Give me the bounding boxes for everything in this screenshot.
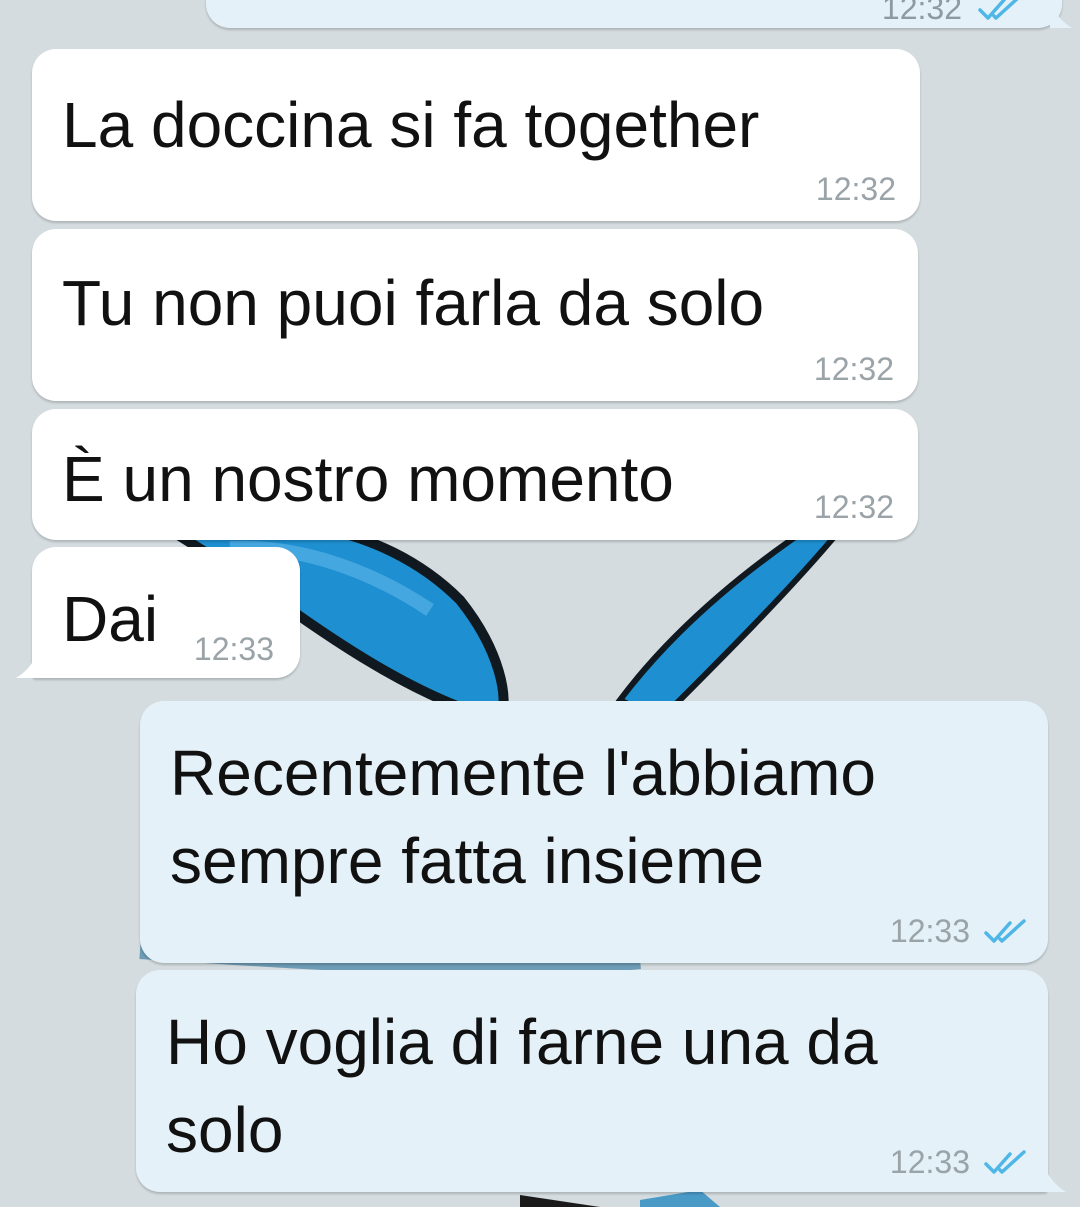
message-text: Dai — [62, 583, 159, 655]
message-bubble-outgoing[interactable]: Recentemente l'abbiamo sempre fatta insi… — [140, 701, 1048, 963]
message-bubble-incoming[interactable]: È un nostro momento 12:32 — [32, 409, 918, 540]
double-check-icon — [978, 0, 1019, 20]
message-timestamp: 12:33 — [889, 913, 970, 949]
message-bubble-outgoing[interactable]: Ho voglia di farne una da solo 12:33 — [136, 970, 1048, 1192]
message-bubble-incoming[interactable]: Tu non puoi farla da solo 12:32 — [32, 229, 918, 401]
bubble-tail — [1050, 4, 1072, 28]
message-text-line: solo — [166, 1094, 284, 1166]
message-text-line: Recentemente l'abbiamo — [170, 737, 876, 809]
message-timestamp: 12:33 — [193, 631, 274, 667]
message-timestamp: 12:32 — [813, 489, 894, 525]
message-text: Tu non puoi farla da solo — [62, 267, 765, 339]
double-check-icon — [984, 919, 1026, 943]
message-timestamp: 12:32 — [881, 0, 962, 26]
double-check-icon — [984, 1150, 1026, 1174]
message-text-line: sempre fatta insieme — [170, 825, 765, 897]
message-timestamp: 12:32 — [815, 171, 896, 207]
bubble-tail — [1044, 1168, 1066, 1192]
message-timestamp: 12:33 — [889, 1144, 970, 1180]
message-bubble-incoming[interactable]: La doccina si fa together 12:32 — [32, 49, 920, 221]
message-bubble-incoming[interactable]: Dai 12:33 — [32, 547, 300, 678]
message-text: È un nostro momento — [62, 443, 674, 515]
message-bubble-outgoing[interactable]: 12:32 — [206, 0, 1062, 28]
message-timestamp: 12:32 — [813, 351, 894, 387]
bubble-tail — [16, 654, 38, 678]
message-text: La doccina si fa together — [62, 89, 760, 161]
message-text-line: Ho voglia di farne una da — [166, 1006, 878, 1078]
